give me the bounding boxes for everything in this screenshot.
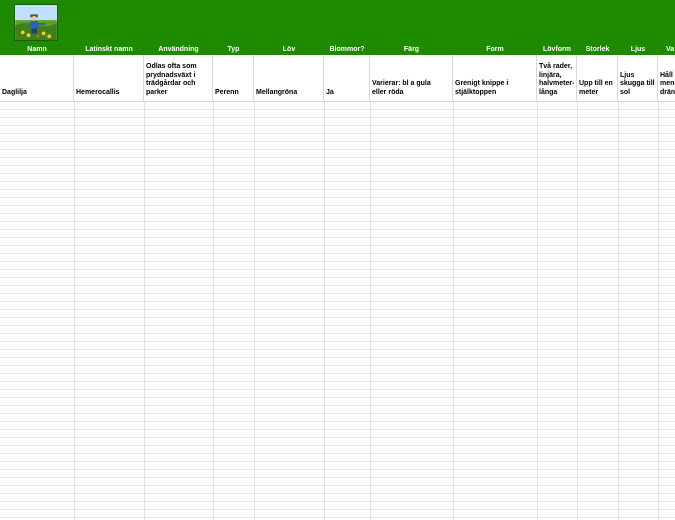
cell-text-line: stjälktoppen (455, 88, 497, 96)
cell-type[interactable]: Perenn (213, 55, 254, 101)
header-water[interactable]: Va (658, 44, 675, 55)
header-light[interactable]: Ljus (618, 44, 658, 55)
header-leaf[interactable]: Löv (254, 44, 324, 55)
cell-text-line: Odlas ofta som (146, 63, 197, 70)
cell-text: Mellangröna (256, 88, 298, 96)
cell-text-line: skugga till (620, 80, 655, 87)
cell-usage[interactable]: Odlas ofta som prydnadsväxt i trädgårdar… (144, 55, 213, 101)
cell-text-line: meter (579, 88, 599, 96)
empty-cell-grid[interactable] (0, 102, 675, 520)
column-divider (370, 102, 371, 520)
header-size[interactable]: Storlek (577, 44, 618, 55)
cell-text: Hemerocallis (76, 88, 120, 96)
header-color[interactable]: Färg (370, 44, 453, 55)
column-divider (74, 102, 75, 520)
cell-text-line: trädgårdar och (146, 80, 196, 87)
header-type[interactable]: Typ (213, 44, 254, 55)
column-divider (144, 102, 145, 520)
column-divider (618, 102, 619, 520)
cell-flowers[interactable]: Ja (324, 55, 370, 101)
header-flowers[interactable]: Blommor? (324, 44, 370, 55)
cell-text-line: men (660, 80, 675, 87)
cell-text-line: halvmeter- (539, 80, 575, 87)
gardener-logo-icon (14, 4, 58, 41)
header-usage[interactable]: Användning (144, 44, 213, 55)
column-divider (453, 102, 454, 520)
cell-color[interactable]: Varierar: bl a gula eller röda (370, 55, 453, 101)
cell-text-line: sol (620, 88, 631, 96)
column-divider (577, 102, 578, 520)
cell-text: Perenn (215, 88, 239, 96)
cell-text-line: Håll (660, 71, 673, 79)
cell-form[interactable]: Grenigt knippe i stjälktoppen (453, 55, 537, 101)
cell-text-line: Varierar: bl a gula (372, 80, 431, 87)
cell-text-line: Grenigt knippe i (455, 80, 509, 87)
column-divider (213, 102, 214, 520)
cell-text-line: Ljus (620, 71, 635, 79)
cell-leaf-form[interactable]: Två rader, linjära, halvmeter- långa (537, 55, 577, 101)
column-divider (658, 102, 659, 520)
column-divider (254, 102, 255, 520)
cell-text-line: Upp till en (579, 80, 613, 87)
cell-text: Ja (326, 88, 334, 96)
cell-text-line: prydnadsväxt i (146, 71, 196, 79)
cell-size[interactable]: Upp till en meter (577, 55, 618, 101)
column-divider (537, 102, 538, 520)
cell-leaf[interactable]: Mellangröna (254, 55, 324, 101)
table-row: Daglilja Hemerocallis Odlas ofta som pry… (0, 55, 675, 102)
header-name[interactable]: Namn (0, 44, 74, 55)
cell-text-line: drän (660, 88, 675, 96)
cell-latin-name[interactable]: Hemerocallis (74, 55, 144, 101)
column-divider (324, 102, 325, 520)
cell-name[interactable]: Daglilja (0, 55, 74, 101)
header-latin-name[interactable]: Latinskt namn (74, 44, 144, 55)
header-form[interactable]: Form (453, 44, 537, 55)
column-header-row: Namn Latinskt namn Användning Typ Löv Bl… (0, 44, 675, 55)
title-banner (0, 0, 675, 44)
cell-text-line: Två rader, (539, 63, 573, 70)
cell-text-line: långa (539, 88, 558, 96)
cell-light[interactable]: Ljus skugga till sol (618, 55, 658, 101)
cell-text: Daglilja (2, 88, 27, 96)
header-leaf-form[interactable]: Lövform (537, 44, 577, 55)
cell-text-line: eller röda (372, 88, 404, 96)
cell-water[interactable]: Håll men drän (658, 55, 675, 101)
spreadsheet: Namn Latinskt namn Användning Typ Löv Bl… (0, 0, 675, 520)
cell-text-line: parker (146, 88, 168, 96)
cell-text-line: linjära, (539, 71, 562, 79)
